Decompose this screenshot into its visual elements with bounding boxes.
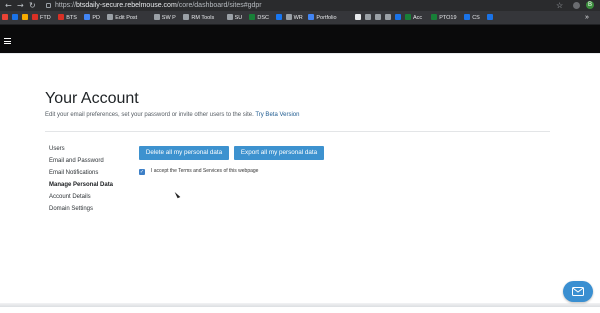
bookmark-label: Acc [413,15,423,21]
back-icon[interactable]: ← [5,1,12,10]
bookmarks-bar: FTD BTS PD Edit Post SW P RM Tools SU DSC WR Port… [0,11,600,25]
bookmark-label: Edit Post [115,15,138,21]
extension-icon[interactable] [573,2,580,9]
bookmark-item[interactable] [375,14,383,22]
accept-terms-label: I accept the Terms and Services of this … [151,168,259,174]
bookmark-favicon-icon [365,14,371,20]
bookmark-favicon-icon [22,14,28,20]
accept-terms-checkbox[interactable]: ✓ [139,169,145,175]
page-subtitle: Edit your email preferences, set your pa… [45,111,299,119]
bookmark-label: CS [472,15,480,21]
mouse-cursor [174,190,181,199]
bookmark-item[interactable]: PD [84,14,100,22]
bookmark-favicon-icon [12,14,18,20]
bookmark-star-icon[interactable]: ☆ [556,1,563,10]
bookmark-item[interactable] [2,14,10,22]
bookmark-favicon-icon [355,14,361,20]
section-divider [45,131,550,132]
bookmark-label: SW P [161,15,176,21]
subtitle-text: Edit your email preferences, set your pa… [45,112,254,118]
bookmark-favicon-icon [395,14,401,20]
bookmark-favicon-icon [226,14,233,20]
bookmark-label: BTS [66,15,77,21]
bookmark-item[interactable] [395,14,403,22]
url-prefix: https:// [55,2,77,9]
try-beta-link[interactable]: Try Beta Version [255,112,299,118]
bookmark-item[interactable] [365,14,373,22]
bookmark-label: RM Tools [191,15,215,21]
bookmark-label: DSC [257,15,270,21]
menu-icon[interactable] [4,38,11,46]
bookmark-item[interactable] [275,14,284,22]
sidebar-item-email-password[interactable]: Email and Password [49,158,113,170]
url-path: /core/dashboard/sites#gdpr [176,2,262,9]
bookmark-favicon-icon [308,14,315,20]
bookmark-favicon-icon [375,14,381,20]
bookmark-item[interactable]: Edit Post [107,14,137,22]
bookmark-label: PTO19 [439,15,457,21]
header-shadow [0,53,600,54]
bookmark-item[interactable] [12,14,20,22]
bookmark-item[interactable]: CS [464,14,480,22]
bookmark-favicon-icon [285,14,292,20]
bookmark-item[interactable] [355,14,363,22]
bookmark-favicon-icon [84,14,91,20]
bookmark-favicon-icon [58,14,65,20]
sidebar-item-domain-settings[interactable]: Domain Settings [49,206,113,218]
bookmark-item[interactable]: SU [226,14,243,22]
sidebar-item-manage-personal-data[interactable]: Manage Personal Data [49,182,113,194]
bookmark-favicon-icon [275,14,282,20]
bookmark-favicon-icon [183,14,190,20]
export-personal-data-button[interactable]: Export all my personal data [234,146,324,160]
url-host: btsdaily-secure.rebelmouse.com [76,2,177,9]
bookmark-label: SU [234,15,243,21]
account-sidebar: Users Email and Password Email Notificat… [49,146,113,218]
bookmark-item[interactable]: Acc [405,14,422,22]
reload-icon[interactable]: ↻ [29,1,36,10]
lock-icon [46,3,51,8]
page-footer-edge [0,303,600,307]
sidebar-item-account-details[interactable]: Account Details [49,194,113,206]
bookmark-label: Portfolio [316,15,337,21]
bookmark-item[interactable]: DSC [249,14,269,22]
envelope-icon [572,287,584,296]
bookmark-favicon-icon [464,14,471,20]
sidebar-item-email-notifications[interactable]: Email Notifications [49,170,113,182]
bookmark-favicon-icon [249,14,256,20]
bookmark-item[interactable]: PTO19 [431,14,457,22]
bookmark-item[interactable] [487,14,495,22]
browser-url-bar: ← → ↻ https://btsdaily-secure.rebelmouse… [0,0,600,11]
bookmark-favicon-icon [487,14,493,20]
bookmark-favicon-icon [385,14,391,20]
bookmark-item[interactable]: Portfolio [308,14,337,22]
bookmark-favicon-icon [153,14,160,20]
bookmark-label: WR [293,15,303,21]
bookmark-item[interactable]: WR [285,14,303,22]
bookmark-favicon-icon [32,14,38,20]
delete-personal-data-button[interactable]: Delete all my personal data [139,146,229,160]
app-header [0,25,600,53]
bookmarks-overflow-icon[interactable]: » [585,13,589,22]
bookmark-item[interactable] [385,14,393,22]
bookmark-favicon-icon [107,14,114,20]
bookmark-item[interactable]: RM Tools [183,14,214,22]
bookmark-favicon-icon [2,14,8,20]
bookmark-item[interactable]: BTS [58,14,77,22]
sidebar-item-users[interactable]: Users [49,146,113,158]
bookmark-favicon-icon [405,14,411,20]
page-title: Your Account [45,90,139,107]
bookmark-label: FTD [40,15,51,21]
bookmark-item[interactable]: SW P [153,14,176,22]
bookmark-item[interactable] [22,14,30,22]
bookmark-label: PD [92,15,101,21]
bookmark-favicon-icon [431,14,438,20]
bookmark-item[interactable]: FTD [32,14,51,22]
message-button[interactable] [563,281,593,302]
profile-avatar[interactable]: B [586,1,594,9]
forward-icon[interactable]: → [17,1,24,10]
address-field[interactable]: https://btsdaily-secure.rebelmouse.com/c… [55,1,262,10]
